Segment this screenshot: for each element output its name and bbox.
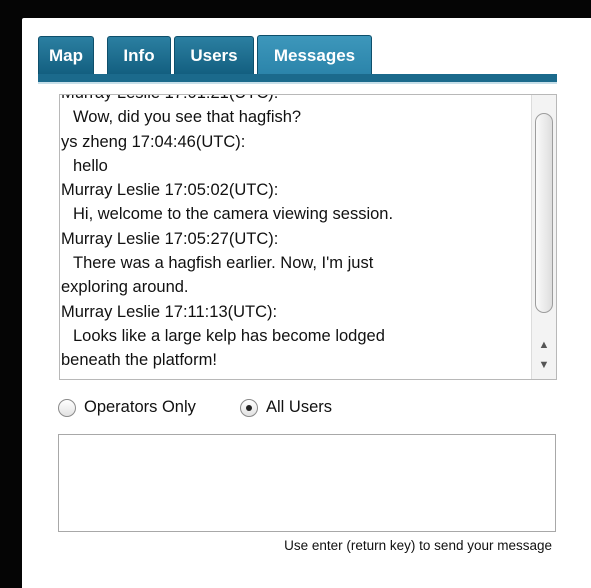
- scroll-down-arrow-icon[interactable]: ▼: [532, 355, 556, 375]
- all-users-label: All Users: [266, 398, 333, 416]
- chat-sender-line: Murray Leslie 17:01:21(UTC):: [61, 95, 531, 105]
- operators-only-label: Operators Only: [84, 398, 196, 416]
- messages-panel: Map Info Users Messages Murray Leslie 17…: [22, 18, 591, 588]
- chat-message-line: Wow, did you see that hagfish?: [73, 108, 302, 127]
- chat-sender-line: ys zheng 17:04:46(UTC):: [61, 132, 246, 151]
- all-users-option[interactable]: All Users: [240, 398, 332, 417]
- chat-sender-line: Murray Leslie 17:11:13(UTC):: [61, 302, 278, 321]
- chat-message-line: hello: [73, 156, 108, 175]
- chat-sender-line: Murray Leslie 17:05:27(UTC):: [61, 229, 279, 248]
- scroll-up-arrow-icon[interactable]: ▲: [532, 335, 556, 355]
- tab-underline: [38, 74, 557, 82]
- chat-message-continuation: exploring around.: [61, 278, 189, 297]
- chat-message-line: Hi, welcome to the camera viewing sessio…: [73, 205, 394, 224]
- send-hint: Use enter (return key) to send your mess…: [284, 538, 552, 553]
- operators-only-radio[interactable]: [58, 398, 76, 417]
- tab-underline-highlight: [38, 82, 557, 84]
- chat-sender-line: Murray Leslie 17:05:02(UTC):: [61, 181, 279, 200]
- chat-log[interactable]: Murray Leslie 17:01:21(UTC): Wow, did yo…: [59, 94, 557, 380]
- chat-scrollbar[interactable]: ▲ ▼: [531, 95, 556, 379]
- tab-messages[interactable]: Messages: [257, 35, 372, 75]
- chat-lines: Murray Leslie 17:01:21(UTC): Wow, did yo…: [61, 95, 531, 373]
- operators-only-option[interactable]: Operators Only: [58, 398, 196, 417]
- scrollbar-thumb[interactable]: [535, 113, 553, 313]
- tab-users[interactable]: Users: [174, 36, 254, 74]
- chat-message-continuation: beneath the platform!: [61, 351, 217, 370]
- tab-map[interactable]: Map: [38, 36, 94, 74]
- message-input[interactable]: [58, 434, 556, 532]
- chat-message-line: Looks like a large kelp has become lodge…: [73, 326, 385, 345]
- tab-info[interactable]: Info: [107, 36, 171, 74]
- all-users-radio[interactable]: [240, 398, 258, 417]
- chat-message-line: There was a hagfish earlier. Now, I'm ju…: [73, 254, 374, 273]
